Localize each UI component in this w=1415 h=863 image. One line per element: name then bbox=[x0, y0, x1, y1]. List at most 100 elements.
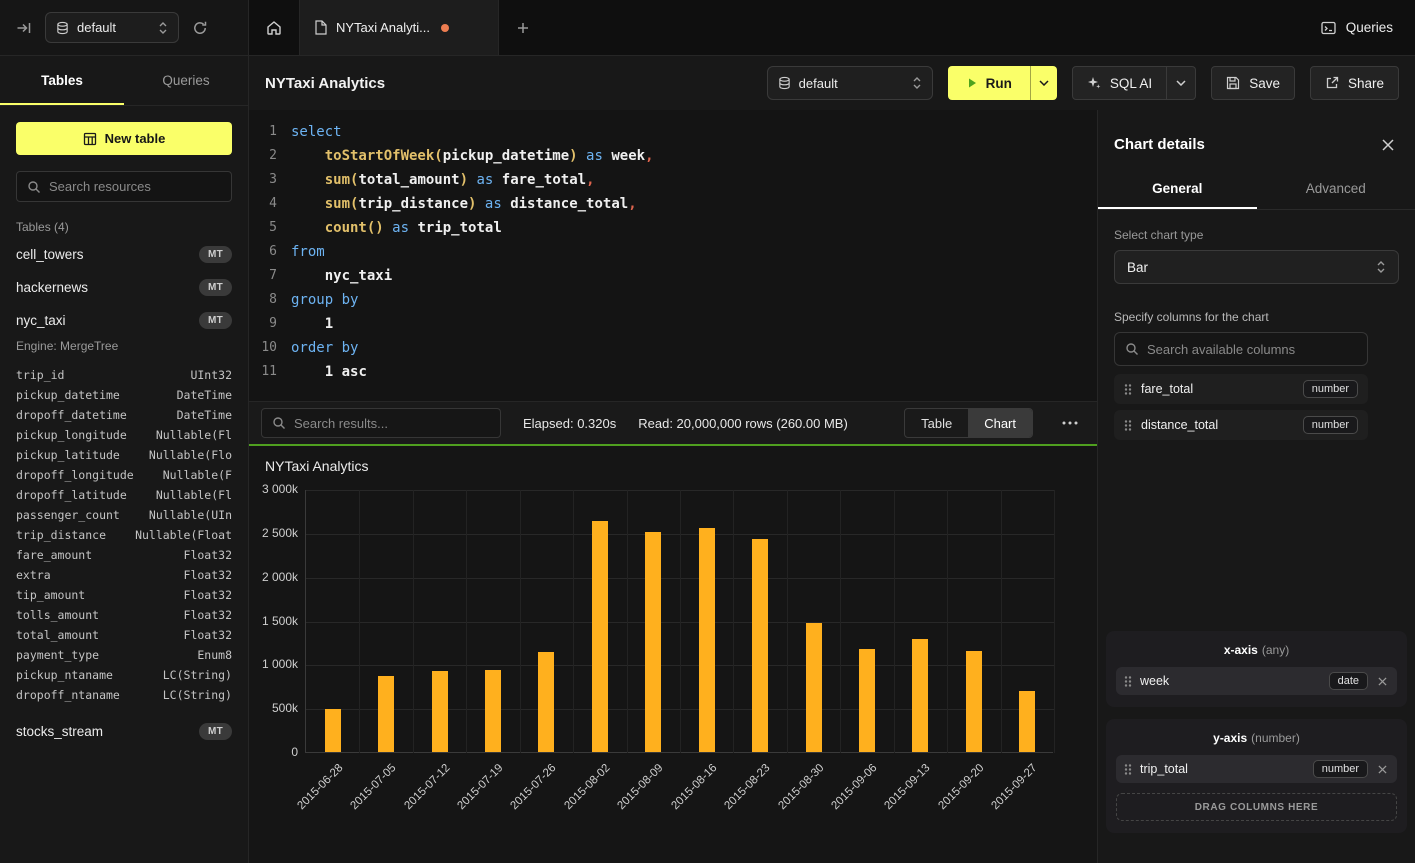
column-type: DateTime bbox=[177, 408, 232, 422]
save-label: Save bbox=[1249, 76, 1280, 91]
database-selector[interactable]: default bbox=[45, 12, 179, 43]
sql-editor[interactable]: 1select2 toStartOfWeek(pickup_datetime) … bbox=[249, 110, 1097, 401]
results-search-input[interactable] bbox=[294, 416, 490, 431]
view-table-button[interactable]: Table bbox=[905, 409, 968, 437]
queries-button[interactable]: Queries bbox=[1320, 20, 1393, 36]
share-label: Share bbox=[1348, 76, 1384, 91]
tab-home[interactable] bbox=[249, 0, 299, 55]
chart-type-value: Bar bbox=[1127, 260, 1148, 275]
collapse-sidebar-icon[interactable] bbox=[16, 20, 32, 36]
x-axis-tick-label: 2015-08-16 bbox=[669, 762, 719, 812]
available-column-distance_total[interactable]: distance_totalnumber bbox=[1114, 410, 1368, 440]
sql-ai-button[interactable]: SQL AI bbox=[1072, 66, 1167, 100]
more-options-button[interactable] bbox=[1055, 408, 1085, 438]
sidebar-tab-queries[interactable]: Queries bbox=[124, 56, 248, 105]
column-row: pickup_longitudeNullable(Fl bbox=[16, 425, 232, 445]
x-axis-tick-label: 2015-09-20 bbox=[936, 762, 986, 812]
remove-x-column-icon[interactable] bbox=[1376, 675, 1389, 688]
tables-section-label: Tables (4) bbox=[16, 220, 232, 234]
code-text: from bbox=[291, 240, 325, 264]
x-axis-column-name: week bbox=[1140, 674, 1321, 688]
available-column-fare_total[interactable]: fare_totalnumber bbox=[1114, 374, 1368, 404]
run-button[interactable]: Run bbox=[948, 66, 1030, 100]
search-icon bbox=[1125, 342, 1139, 356]
share-button[interactable]: Share bbox=[1310, 66, 1399, 100]
chart-type-dropdown[interactable]: Bar bbox=[1114, 250, 1399, 284]
close-icon[interactable] bbox=[1381, 138, 1395, 152]
results-toolbar: Elapsed: 0.320s Read: 20,000,000 rows (2… bbox=[249, 401, 1097, 444]
sql-ai-options-button[interactable] bbox=[1167, 66, 1196, 100]
save-icon bbox=[1226, 76, 1240, 90]
new-tab-button[interactable] bbox=[499, 0, 547, 55]
run-options-button[interactable] bbox=[1030, 66, 1057, 100]
column-name: trip_id bbox=[16, 368, 64, 382]
refresh-icon[interactable] bbox=[192, 20, 208, 36]
x-axis-column-chip[interactable]: week date bbox=[1116, 667, 1397, 695]
column-row: payment_typeEnum8 bbox=[16, 645, 232, 665]
table-row-cell_towers[interactable]: cell_towersMT bbox=[16, 238, 232, 271]
y-axis-tick-label: 2 500k bbox=[252, 526, 298, 540]
gridline bbox=[1054, 490, 1055, 753]
x-axis-hint: (any) bbox=[1262, 643, 1289, 657]
column-row: tolls_amountFloat32 bbox=[16, 605, 232, 625]
plus-icon bbox=[516, 21, 530, 35]
column-name: pickup_ntaname bbox=[16, 668, 113, 682]
editor-column: 1select2 toStartOfWeek(pickup_datetime) … bbox=[249, 110, 1097, 863]
tab-advanced[interactable]: Advanced bbox=[1257, 171, 1415, 209]
bar-2015-08-02 bbox=[592, 521, 608, 752]
line-number: 8 bbox=[249, 288, 277, 312]
table-name: stocks_stream bbox=[16, 724, 103, 739]
x-axis-tick-label: 2015-07-12 bbox=[402, 762, 452, 812]
drag-handle-icon[interactable] bbox=[1124, 383, 1132, 396]
sidebar-search-input[interactable] bbox=[49, 179, 221, 194]
drag-handle-icon[interactable] bbox=[1124, 763, 1132, 776]
drag-handle-icon[interactable] bbox=[1124, 419, 1132, 432]
bar-2015-07-05 bbox=[378, 676, 394, 752]
sidebar-tab-tables[interactable]: Tables bbox=[0, 56, 124, 105]
available-columns-list: fare_totalnumber distance_totalnumber bbox=[1114, 374, 1368, 440]
new-table-button[interactable]: New table bbox=[16, 122, 232, 155]
y-axis-tick-label: 2 000k bbox=[252, 570, 298, 584]
code-line: 2 toStartOfWeek(pickup_datetime) as week… bbox=[249, 144, 1097, 168]
column-name: total_amount bbox=[16, 628, 99, 642]
play-icon bbox=[966, 77, 978, 89]
topbar-right: Queries bbox=[1320, 0, 1415, 55]
chevron-up-down-icon bbox=[1376, 260, 1386, 274]
code-text: group by bbox=[291, 288, 358, 312]
table-name: cell_towers bbox=[16, 247, 84, 262]
y-axis-tick-label: 0 bbox=[252, 745, 298, 759]
column-name: tip_amount bbox=[16, 588, 85, 602]
panel-title: Chart details bbox=[1114, 136, 1205, 153]
share-icon bbox=[1325, 76, 1339, 90]
columns-search bbox=[1114, 332, 1368, 366]
gridline bbox=[520, 490, 521, 753]
drag-columns-dropzone[interactable]: DRAG COLUMNS HERE bbox=[1116, 793, 1397, 821]
table-row-nyc_taxi[interactable]: nyc_taxiMT bbox=[16, 304, 232, 337]
columns-search-input[interactable] bbox=[1147, 342, 1357, 357]
tab-nytaxi-analytics[interactable]: NYTaxi Analyti... bbox=[299, 0, 499, 55]
queries-icon bbox=[1320, 20, 1337, 36]
gridline bbox=[787, 490, 788, 753]
table-row-hackernews[interactable]: hackernewsMT bbox=[16, 271, 232, 304]
drag-handle-icon[interactable] bbox=[1124, 675, 1132, 688]
gridline bbox=[413, 490, 414, 753]
header-database-value: default bbox=[799, 76, 904, 91]
y-axis-dropzone: y-axis(number) trip_total number bbox=[1106, 719, 1407, 833]
save-button[interactable]: Save bbox=[1211, 66, 1295, 100]
column-name: extra bbox=[16, 568, 51, 582]
table-row-stocks_stream[interactable]: stocks_streamMT bbox=[16, 715, 232, 748]
y-axis-column-chip[interactable]: trip_total number bbox=[1116, 755, 1397, 783]
sql-ai-group: SQL AI bbox=[1072, 66, 1196, 100]
tab-general[interactable]: General bbox=[1098, 171, 1257, 209]
code-line: 8 group by bbox=[249, 288, 1097, 312]
header-database-selector[interactable]: default bbox=[767, 66, 933, 100]
available-column-name: fare_total bbox=[1141, 382, 1294, 396]
remove-y-column-icon[interactable] bbox=[1376, 763, 1389, 776]
column-type: LC(String) bbox=[163, 688, 232, 702]
chevron-up-down-icon bbox=[158, 21, 168, 35]
y-axis-hint: (number) bbox=[1251, 731, 1300, 745]
x-axis-tick-label: 2015-08-30 bbox=[776, 762, 826, 812]
column-row: passenger_countNullable(UIn bbox=[16, 505, 232, 525]
code-text: count() as trip_total bbox=[291, 216, 502, 240]
view-chart-button[interactable]: Chart bbox=[968, 409, 1032, 437]
